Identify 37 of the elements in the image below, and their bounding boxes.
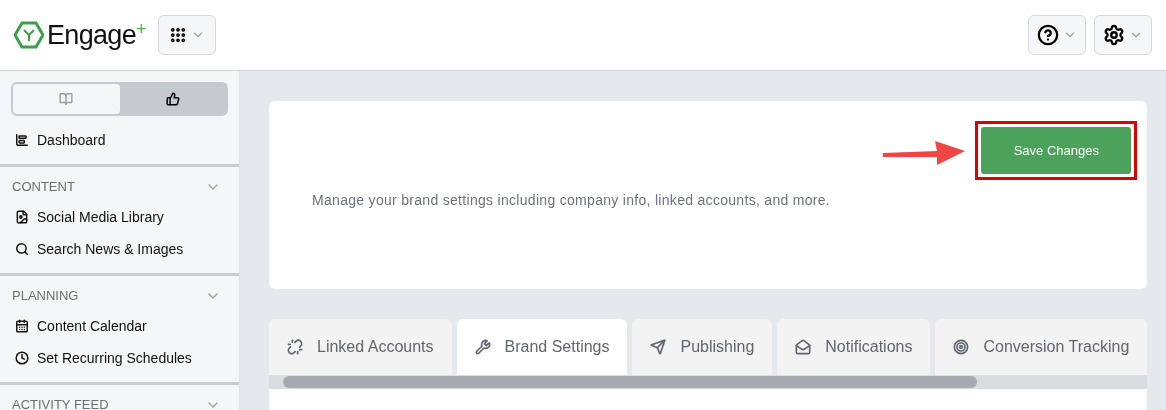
sidebar-item[interactable]: Set Recurring Schedules (0, 342, 239, 374)
search-icon (15, 242, 29, 256)
help-menu-button[interactable] (1028, 15, 1086, 55)
settings-icon (1103, 24, 1125, 46)
settings-tab[interactable]: Conversion Tracking (935, 319, 1148, 375)
grid-dots-icon (168, 26, 187, 44)
apps-menu-button[interactable] (157, 15, 216, 55)
envelope-icon (795, 339, 812, 355)
sidebar-item[interactable]: Social Media Library (0, 201, 239, 233)
view-toggle[interactable] (13, 84, 120, 114)
sidebar-item[interactable]: Content Calendar (0, 310, 239, 342)
sidebar-item[interactable]: Search News & Images (0, 233, 239, 265)
section-heading: ACTIVITY FEED (12, 396, 109, 410)
help-icon (1037, 24, 1059, 46)
image-file-icon (15, 210, 29, 224)
calendar-icon (15, 319, 29, 333)
settings-tab[interactable]: Linked Accounts (269, 319, 452, 375)
settings-tab[interactable]: Notifications (777, 319, 931, 375)
chart-icon (15, 133, 29, 147)
paper-plane-icon (650, 339, 667, 355)
sidebar-item[interactable]: Dashboard (0, 128, 239, 152)
description-text: Manage your brand settings including company info, linked accounts, and more. (312, 191, 832, 210)
settings-tab[interactable]: Brand Settings (456, 319, 628, 375)
scrollbar-thumb[interactable] (283, 376, 977, 388)
broken-link-icon (287, 339, 303, 355)
settings-menu-button[interactable] (1094, 15, 1152, 55)
section-heading: CONTENT (12, 178, 75, 197)
settings-tab[interactable]: Publishing (632, 319, 773, 375)
book-icon (59, 92, 74, 106)
logo-text: Engage$^{+}$ (47, 17, 146, 52)
thumbs-up-icon (165, 92, 180, 106)
section-heading: PLANNING (12, 287, 79, 306)
target-icon (953, 339, 970, 355)
hexagon-logo-icon (14, 21, 44, 49)
save-changes-button[interactable]: Save Changes (981, 127, 1132, 174)
wrench-icon (474, 339, 491, 355)
clock-icon (15, 351, 29, 365)
